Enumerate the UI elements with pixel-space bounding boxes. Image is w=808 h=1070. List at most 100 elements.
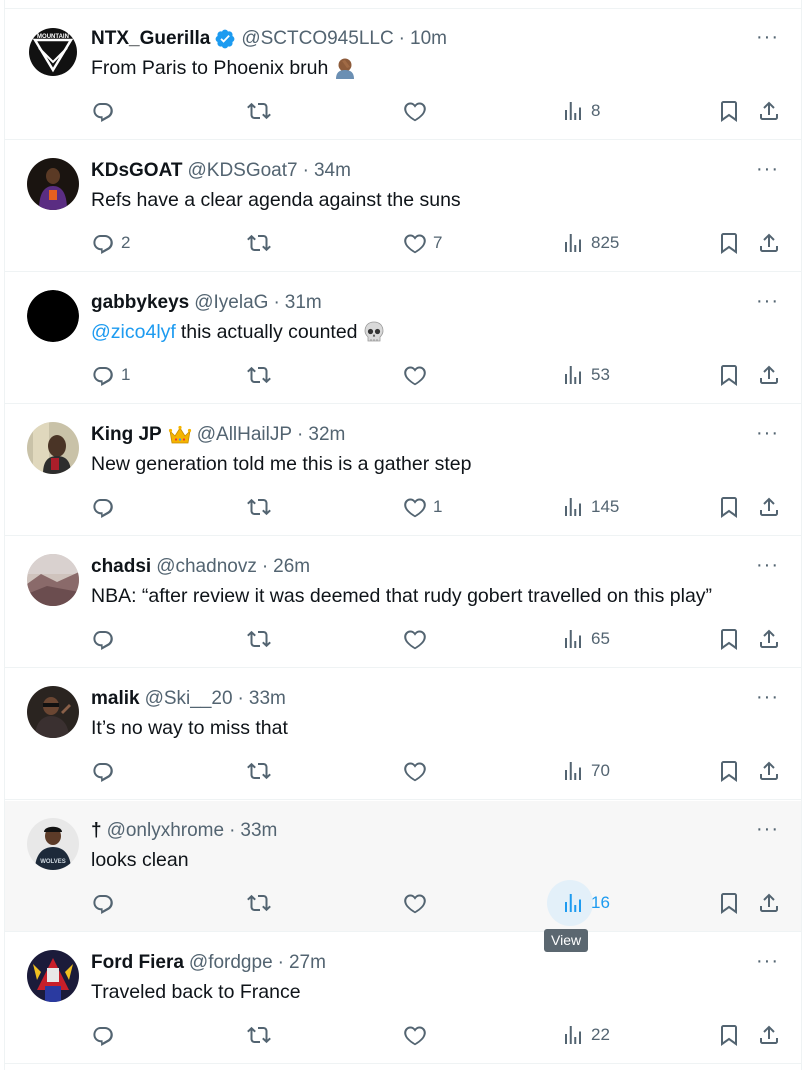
timestamp[interactable]: 10m <box>410 26 447 52</box>
bookmark-button[interactable] <box>717 627 741 651</box>
user-handle[interactable]: @AllHailJP <box>197 422 292 448</box>
tweet[interactable]: Ford Fiera @fordgpe · 27m ··· Traveled b… <box>5 933 801 1064</box>
retweet-button[interactable] <box>247 231 277 255</box>
reply-button[interactable] <box>91 99 121 123</box>
timestamp[interactable]: 31m <box>285 290 322 316</box>
more-icon[interactable]: ··· <box>756 159 779 179</box>
like-button[interactable] <box>403 1023 433 1047</box>
timestamp[interactable]: 27m <box>289 950 326 976</box>
more-icon[interactable]: ··· <box>756 951 779 971</box>
bookmark-button[interactable] <box>717 231 741 255</box>
tweet-header: King JP @AllHailJP · 32m <box>91 422 345 448</box>
mention-link[interactable]: @zico4lyf <box>91 319 176 345</box>
more-icon[interactable]: ··· <box>756 291 779 311</box>
more-icon[interactable]: ··· <box>756 27 779 47</box>
like-button[interactable] <box>403 627 433 651</box>
display-name[interactable]: malik <box>91 686 140 712</box>
views-button[interactable]: 70 <box>561 759 610 783</box>
reply-button[interactable] <box>91 759 121 783</box>
views-button[interactable]: 16 <box>547 880 610 926</box>
views-button[interactable]: 53 <box>561 363 610 387</box>
user-handle[interactable]: @KDSGoat7 <box>187 158 297 184</box>
like-icon <box>403 759 427 783</box>
user-handle[interactable]: @SCTCO945LLC <box>241 26 393 52</box>
tweet[interactable]: chadsi @chadnovz · 26m ··· NBA: “after r… <box>5 537 801 668</box>
bookmark-button[interactable] <box>717 495 741 519</box>
more-icon[interactable]: ··· <box>756 423 779 443</box>
more-icon[interactable]: ··· <box>756 819 779 839</box>
bookmark-button[interactable] <box>717 363 741 387</box>
tweet[interactable]: KDsGOAT @KDSGoat7 · 34m ··· Refs have a … <box>5 141 801 272</box>
share-button[interactable] <box>757 627 781 651</box>
avatar[interactable]: MOUNTAIN <box>27 26 79 78</box>
share-button[interactable] <box>757 495 781 519</box>
tweet[interactable]: gabbykeys @IyelaG · 31m ··· @zico4lyf th… <box>5 273 801 404</box>
display-name[interactable]: Ford Fiera <box>91 950 184 976</box>
avatar[interactable] <box>27 158 79 210</box>
avatar[interactable] <box>27 290 79 342</box>
reply-button[interactable] <box>91 891 121 915</box>
bookmark-button[interactable] <box>717 891 741 915</box>
like-button[interactable] <box>403 759 433 783</box>
tweet-text-content: looks clean <box>91 849 189 871</box>
views-button[interactable]: 8 <box>561 99 600 123</box>
tweet[interactable]: King JP @AllHailJP · 32m ··· New generat… <box>5 405 801 536</box>
retweet-button[interactable] <box>247 99 277 123</box>
like-button[interactable]: 7 <box>403 231 442 255</box>
display-name[interactable]: gabbykeys <box>91 290 189 316</box>
user-handle[interactable]: @onlyxhrome <box>107 818 225 844</box>
display-name[interactable]: NTX_Guerilla <box>91 26 210 52</box>
user-handle[interactable]: @IyelaG <box>194 290 268 316</box>
reply-button[interactable] <box>91 495 121 519</box>
reply-button[interactable]: 2 <box>91 231 130 255</box>
like-button[interactable] <box>403 891 433 915</box>
bookmark-button[interactable] <box>717 99 741 123</box>
more-icon[interactable]: ··· <box>756 687 779 707</box>
user-handle[interactable]: @Ski__20 <box>145 686 233 712</box>
tweet[interactable]: MOUNTAIN NTX_Guerilla @SCTCO945LLC · 10m… <box>5 9 801 140</box>
avatar[interactable] <box>27 686 79 738</box>
views-button[interactable]: 145 <box>561 495 619 519</box>
avatar[interactable]: WOLVES <box>27 818 79 870</box>
retweet-button[interactable] <box>247 627 277 651</box>
reply-button[interactable] <box>91 1023 121 1047</box>
tweet[interactable]: WOLVES † @onlyxhrome · 33m ··· looks cle… <box>5 801 801 932</box>
share-button[interactable] <box>757 1023 781 1047</box>
more-icon[interactable]: ··· <box>756 555 779 575</box>
share-button[interactable] <box>757 363 781 387</box>
like-button[interactable] <box>403 99 433 123</box>
views-button[interactable]: 65 <box>561 627 610 651</box>
views-button[interactable]: 825 <box>561 231 619 255</box>
like-button[interactable]: 1 <box>403 495 442 519</box>
tweet[interactable]: malik @Ski__20 · 33m ··· It’s no way to … <box>5 669 801 800</box>
timestamp[interactable]: 34m <box>314 158 351 184</box>
share-button[interactable] <box>757 759 781 783</box>
display-name[interactable]: KDsGOAT <box>91 158 182 184</box>
reply-button[interactable]: 1 <box>91 363 130 387</box>
timestamp[interactable]: 33m <box>240 818 277 844</box>
retweet-button[interactable] <box>247 1023 277 1047</box>
timestamp[interactable]: 33m <box>249 686 286 712</box>
bookmark-button[interactable] <box>717 759 741 783</box>
views-button[interactable]: 22 <box>561 1023 610 1047</box>
like-button[interactable] <box>403 363 433 387</box>
avatar[interactable] <box>27 554 79 606</box>
avatar[interactable] <box>27 422 79 474</box>
retweet-button[interactable] <box>247 363 277 387</box>
avatar[interactable] <box>27 950 79 1002</box>
timestamp[interactable]: 26m <box>273 554 310 580</box>
retweet-button[interactable] <box>247 759 277 783</box>
user-handle[interactable]: @fordgpe <box>189 950 273 976</box>
bookmark-button[interactable] <box>717 1023 741 1047</box>
timestamp[interactable]: 32m <box>308 422 345 448</box>
display-name[interactable]: chadsi <box>91 554 151 580</box>
reply-button[interactable] <box>91 627 121 651</box>
user-handle[interactable]: @chadnovz <box>156 554 257 580</box>
display-name[interactable]: † <box>91 818 102 844</box>
share-button[interactable] <box>757 99 781 123</box>
retweet-button[interactable] <box>247 495 277 519</box>
display-name[interactable]: King JP <box>91 422 162 448</box>
share-button[interactable] <box>757 891 781 915</box>
retweet-button[interactable] <box>247 891 277 915</box>
share-button[interactable] <box>757 231 781 255</box>
